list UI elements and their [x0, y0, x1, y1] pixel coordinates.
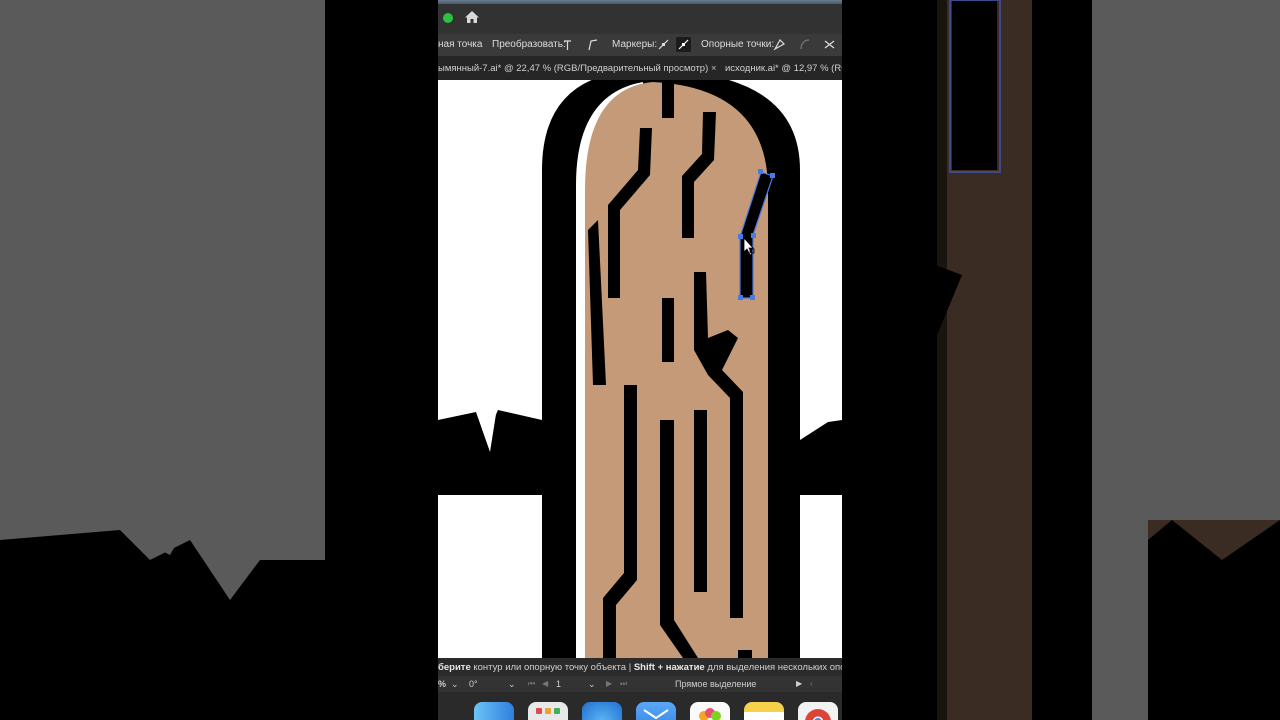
current-tool-name: Прямое выделение: [675, 679, 757, 689]
window-zoom-button[interactable]: [443, 13, 453, 23]
background-right-art: [842, 0, 1280, 720]
wood-post-artwork[interactable]: [438, 80, 842, 658]
safari-icon[interactable]: [582, 702, 622, 720]
zoom-dropdown-chevron-icon[interactable]: ⌄: [451, 679, 459, 690]
title-strip: [438, 0, 842, 4]
mail-icon[interactable]: [636, 702, 676, 720]
artboard-dropdown-chevron-icon[interactable]: ⌄: [588, 679, 596, 690]
launchpad-grid: [536, 708, 560, 714]
status-hint-bold-2: Shift + нажатие: [633, 662, 705, 673]
control-bar: ная точка Преобразовать: Маркеры: Опорны…: [438, 34, 842, 56]
title-bar: [438, 0, 842, 34]
artboard-number-field[interactable]: 1: [556, 679, 561, 689]
finder-icon[interactable]: [474, 702, 514, 720]
anchors-label: Опорные точки:: [701, 39, 775, 50]
remove-anchor-icon[interactable]: [772, 37, 787, 52]
chrome-logo: [805, 709, 831, 720]
mail-envelope: [643, 709, 669, 720]
tab-document-untitled[interactable]: ымянный-7.ai* @ 22,47 % (RGB/Предварител…: [438, 63, 708, 74]
illustrator-window: ная точка Преобразовать: Маркеры: Опорны…: [438, 0, 842, 720]
right-branch: [800, 420, 842, 495]
convert-smooth-icon[interactable]: [561, 37, 576, 52]
background-blur-right: [842, 0, 1280, 720]
connect-anchor-icon[interactable]: [797, 37, 812, 52]
chrome-icon[interactable]: [798, 702, 838, 720]
rotation-field[interactable]: 0°: [469, 679, 478, 689]
background-blur-left: [0, 0, 438, 720]
status-hint: берите контур или опорную точку объекта …: [438, 662, 842, 673]
status-hint-bold-1: берите: [438, 662, 471, 673]
home-icon[interactable]: [464, 9, 480, 25]
background-left-art: [0, 0, 438, 720]
anchor-point-label: ная точка: [438, 39, 483, 50]
hide-handles-icon[interactable]: [676, 37, 691, 52]
tab-close-icon[interactable]: ×: [711, 63, 717, 74]
photos-petals: [699, 708, 721, 720]
launchpad-icon[interactable]: [528, 702, 568, 720]
convert-label: Преобразовать:: [492, 39, 566, 50]
first-artboard-icon[interactable]: ⏮: [528, 679, 535, 689]
notes-icon[interactable]: [744, 702, 784, 720]
show-handles-icon[interactable]: [656, 37, 671, 52]
next-artboard-icon[interactable]: ▶: [606, 679, 612, 688]
status-hint-text-2: для выделения нескольких опорных: [707, 662, 842, 673]
document-tab-bar: ымянный-7.ai* @ 22,47 % (RGB/Предварител…: [438, 56, 842, 80]
convert-corner-icon[interactable]: [585, 37, 600, 52]
zoom-field[interactable]: %: [438, 679, 446, 689]
rotation-dropdown-chevron-icon[interactable]: ⌄: [508, 679, 516, 690]
status-hint-bar: берите контур или опорную точку объекта …: [438, 658, 842, 676]
scroll-left-icon[interactable]: ‹: [810, 679, 813, 688]
status-menu-arrow-icon[interactable]: ▶: [796, 679, 802, 688]
tab-document-source[interactable]: исходник.ai* @ 12,97 % (RGB: [725, 63, 842, 74]
bottom-status-bar: % ⌄ 0° ⌄ ⏮ ◀ 1 ⌄ ▶ ⏭ Прямое выделение ▶ …: [438, 676, 842, 692]
handles-label: Маркеры:: [612, 39, 658, 50]
cut-path-icon[interactable]: [822, 37, 837, 52]
status-hint-text-1: контур или опорную точку объекта |: [470, 662, 634, 673]
artboard-canvas[interactable]: [438, 80, 842, 658]
macos-dock: [438, 692, 842, 720]
photos-icon[interactable]: [690, 702, 730, 720]
prev-artboard-icon[interactable]: ◀: [542, 679, 548, 688]
last-artboard-icon[interactable]: ⏭: [620, 679, 627, 689]
